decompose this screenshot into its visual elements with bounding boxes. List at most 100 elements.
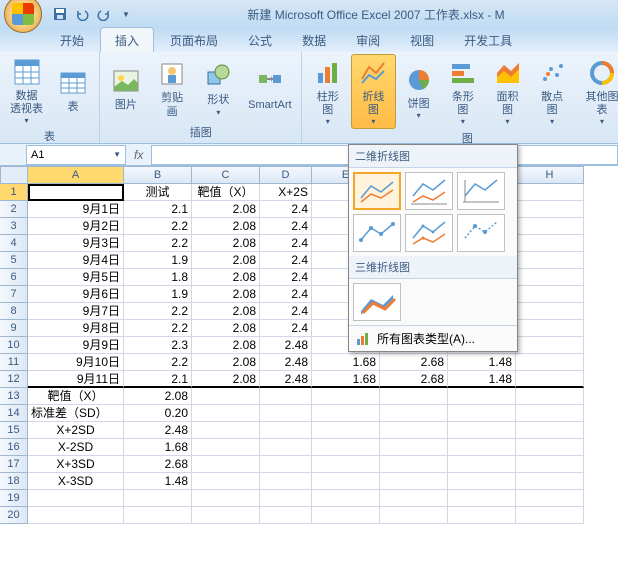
cell[interactable]: 9月5日 bbox=[28, 269, 124, 286]
cell[interactable] bbox=[380, 405, 448, 422]
scatter-chart-button[interactable]: 散点图 ▾ bbox=[531, 55, 574, 128]
cell[interactable]: 9月6日 bbox=[28, 286, 124, 303]
cell[interactable] bbox=[28, 184, 124, 201]
cell[interactable] bbox=[516, 252, 584, 269]
row-header-16[interactable]: 16 bbox=[0, 439, 28, 456]
cell[interactable] bbox=[312, 456, 380, 473]
row-header-4[interactable]: 4 bbox=[0, 235, 28, 252]
cell[interactable]: 2.68 bbox=[380, 354, 448, 371]
cell[interactable]: 0.20 bbox=[124, 405, 192, 422]
cell[interactable] bbox=[380, 507, 448, 524]
cell[interactable]: 2.4 bbox=[260, 269, 312, 286]
cell[interactable] bbox=[448, 456, 516, 473]
col-header-H[interactable]: H bbox=[516, 166, 584, 184]
row-header-11[interactable]: 11 bbox=[0, 354, 28, 371]
cell[interactable]: 1.68 bbox=[312, 371, 380, 388]
cell[interactable] bbox=[380, 490, 448, 507]
cell[interactable] bbox=[516, 405, 584, 422]
smartart-button[interactable]: SmartArt bbox=[242, 63, 297, 114]
line-chart-type-5[interactable] bbox=[405, 214, 453, 252]
cell[interactable]: 9月1日 bbox=[28, 201, 124, 218]
cell[interactable] bbox=[516, 320, 584, 337]
row-header-20[interactable]: 20 bbox=[0, 507, 28, 524]
cell[interactable]: 靶值（X） bbox=[28, 388, 124, 405]
tab-page-layout[interactable]: 页面布局 bbox=[156, 28, 232, 52]
cell[interactable]: X+2SD bbox=[28, 422, 124, 439]
cell[interactable]: 9月8日 bbox=[28, 320, 124, 337]
save-icon[interactable] bbox=[52, 6, 68, 22]
cell[interactable] bbox=[312, 388, 380, 405]
cell[interactable] bbox=[516, 235, 584, 252]
line-chart-3d-type-1[interactable] bbox=[353, 283, 401, 321]
pie-chart-button[interactable]: 饼图 ▾ bbox=[398, 62, 440, 122]
cell[interactable] bbox=[448, 490, 516, 507]
col-header-A[interactable]: A bbox=[28, 166, 124, 184]
cell[interactable]: 2.08 bbox=[192, 303, 260, 320]
cell[interactable] bbox=[448, 439, 516, 456]
cell[interactable] bbox=[312, 422, 380, 439]
cell[interactable]: 2.4 bbox=[260, 252, 312, 269]
all-chart-types-link[interactable]: 所有图表类型(A)... bbox=[349, 325, 517, 351]
cell[interactable]: 2.48 bbox=[260, 354, 312, 371]
cell[interactable]: X-3SD bbox=[28, 473, 124, 490]
cell[interactable]: 2.08 bbox=[192, 337, 260, 354]
cell[interactable]: 2.48 bbox=[260, 371, 312, 388]
cell[interactable]: 2.2 bbox=[124, 218, 192, 235]
line-chart-type-3[interactable] bbox=[457, 172, 505, 210]
cell[interactable]: 9月11日 bbox=[28, 371, 124, 388]
line-chart-type-6[interactable] bbox=[457, 214, 505, 252]
cell[interactable]: X+2S bbox=[260, 184, 312, 201]
cell[interactable] bbox=[260, 405, 312, 422]
col-header-B[interactable]: B bbox=[124, 166, 192, 184]
picture-button[interactable]: 图片 bbox=[104, 63, 148, 114]
cell[interactable]: 2.4 bbox=[260, 320, 312, 337]
select-all-corner[interactable] bbox=[0, 166, 28, 184]
cell[interactable]: 2.2 bbox=[124, 320, 192, 337]
cell[interactable] bbox=[516, 303, 584, 320]
cell[interactable]: 靶值（X） bbox=[192, 184, 260, 201]
cell[interactable] bbox=[192, 439, 260, 456]
cell[interactable]: 标准差（SD） bbox=[28, 405, 124, 422]
cell[interactable] bbox=[516, 388, 584, 405]
tab-home[interactable]: 开始 bbox=[46, 28, 98, 52]
clipart-button[interactable]: 剪贴画 bbox=[150, 56, 195, 120]
line-chart-type-1[interactable] bbox=[353, 172, 401, 210]
cell[interactable]: 9月4日 bbox=[28, 252, 124, 269]
tab-developer[interactable]: 开发工具 bbox=[450, 28, 526, 52]
cell[interactable]: 2.1 bbox=[124, 371, 192, 388]
other-charts-button[interactable]: 其他图表 ▾ bbox=[576, 55, 618, 128]
column-chart-button[interactable]: 柱形图 ▾ bbox=[306, 55, 349, 128]
row-header-2[interactable]: 2 bbox=[0, 201, 28, 218]
cell[interactable] bbox=[192, 405, 260, 422]
bar-chart-button[interactable]: 条形图 ▾ bbox=[442, 55, 485, 128]
cell[interactable] bbox=[448, 388, 516, 405]
redo-icon[interactable] bbox=[96, 6, 112, 22]
cell[interactable]: 2.08 bbox=[192, 286, 260, 303]
row-header-1[interactable]: 1 bbox=[0, 184, 28, 201]
cell[interactable]: 2.1 bbox=[124, 201, 192, 218]
pivot-table-button[interactable]: 数据 透视表 ▾ bbox=[4, 54, 49, 127]
cell[interactable] bbox=[28, 490, 124, 507]
cell[interactable]: 2.2 bbox=[124, 354, 192, 371]
cell[interactable] bbox=[124, 507, 192, 524]
cell[interactable] bbox=[260, 473, 312, 490]
name-box-dropdown-icon[interactable]: ▼ bbox=[113, 150, 121, 159]
cell[interactable]: 9月2日 bbox=[28, 218, 124, 235]
cell[interactable] bbox=[312, 490, 380, 507]
col-header-D[interactable]: D bbox=[260, 166, 312, 184]
cell[interactable]: 2.48 bbox=[260, 337, 312, 354]
cell[interactable]: 1.68 bbox=[124, 439, 192, 456]
cell[interactable]: 2.48 bbox=[124, 422, 192, 439]
row-header-5[interactable]: 5 bbox=[0, 252, 28, 269]
cell[interactable]: 2.4 bbox=[260, 235, 312, 252]
shapes-button[interactable]: 形状 ▾ bbox=[197, 58, 241, 118]
cell[interactable]: 2.08 bbox=[192, 252, 260, 269]
row-header-6[interactable]: 6 bbox=[0, 269, 28, 286]
line-chart-type-4[interactable] bbox=[353, 214, 401, 252]
cell[interactable]: 2.68 bbox=[124, 456, 192, 473]
cell[interactable] bbox=[192, 490, 260, 507]
cell[interactable]: 2.08 bbox=[192, 218, 260, 235]
cell[interactable]: 2.08 bbox=[192, 235, 260, 252]
cell[interactable] bbox=[312, 439, 380, 456]
cell[interactable] bbox=[124, 490, 192, 507]
